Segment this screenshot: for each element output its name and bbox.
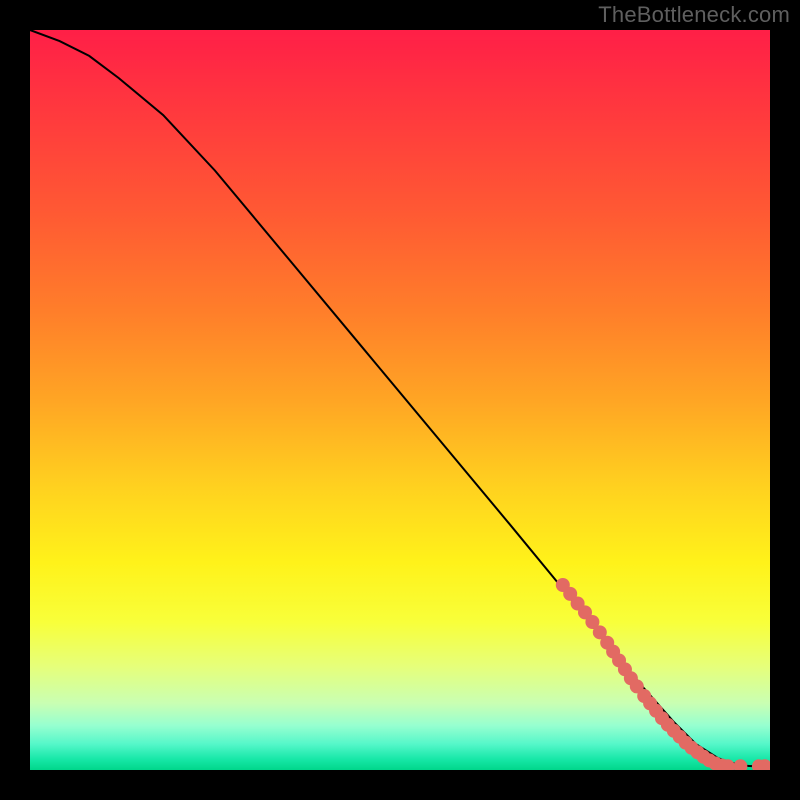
bottleneck-curve: [30, 30, 770, 767]
data-markers: [556, 578, 770, 770]
plot-area: [30, 30, 770, 770]
data-marker: [733, 759, 747, 770]
curve-svg: [30, 30, 770, 770]
chart-stage: TheBottleneck.com: [0, 0, 800, 800]
watermark-text: TheBottleneck.com: [598, 2, 790, 28]
